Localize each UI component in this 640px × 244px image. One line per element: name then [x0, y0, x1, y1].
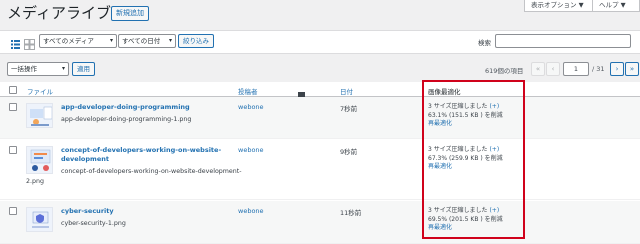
items-count: 619個の項目 [485, 67, 524, 75]
annotation-highlight-box [422, 80, 525, 239]
current-page-input[interactable]: 1 [563, 62, 589, 76]
row-checkbox[interactable] [9, 146, 17, 154]
search-input[interactable] [495, 34, 631, 48]
first-page-button[interactable]: « [531, 62, 545, 76]
file-title-link[interactable]: concept-of-developers-working-on-website… [61, 146, 221, 164]
thumbnail-image[interactable] [26, 103, 53, 128]
column-author[interactable]: 投稿者 [238, 86, 258, 96]
next-page-button[interactable]: › [610, 62, 624, 76]
column-file[interactable]: ファイル [27, 86, 53, 96]
total-pages: / 31 [592, 65, 605, 73]
file-name: app-developer-doing-programming-1.png [61, 116, 192, 123]
date-select[interactable]: すべての日付 ▾ [118, 34, 176, 48]
prev-page-button[interactable]: ‹ [546, 62, 560, 76]
screen-options-tab[interactable]: 表示オプション ▼ [524, 0, 594, 12]
file-title-link[interactable]: app-developer-doing-programming [61, 103, 190, 112]
chevron-down-icon: ▾ [109, 37, 113, 44]
chevron-down-icon: ▾ [61, 65, 65, 72]
upload-date: 9秒前 [340, 148, 358, 156]
row-checkbox[interactable] [9, 207, 17, 215]
author-link[interactable]: webone [238, 146, 264, 154]
author-link[interactable]: webone [238, 207, 264, 215]
filter-button[interactable]: 絞り込み [178, 34, 214, 48]
row-checkbox[interactable] [9, 103, 17, 111]
thumbnail-image[interactable] [26, 207, 53, 232]
upload-date: 11秒前 [340, 209, 362, 217]
bulk-action-select[interactable]: 一括操作 ▾ [7, 62, 69, 76]
column-date[interactable]: 日付 [340, 86, 353, 96]
chevron-down-icon: ▾ [168, 37, 172, 44]
file-name: cyber-security-1.png [61, 220, 126, 227]
add-new-button[interactable]: 新規追加 [111, 6, 149, 21]
media-type-select-value: すべてのメディア [43, 37, 94, 45]
upload-date: 7秒前 [340, 105, 358, 113]
file-name-line-2: 2.png [26, 178, 44, 185]
file-title-link[interactable]: cyber-security [61, 207, 114, 216]
date-select-value: すべての日付 [122, 37, 161, 45]
select-all-checkbox[interactable] [9, 86, 17, 94]
bulk-action-select-value: 一括操作 [11, 65, 37, 73]
last-page-button[interactable]: » [625, 62, 639, 76]
media-type-select[interactable]: すべてのメディア ▾ [39, 34, 117, 48]
list-view-icon[interactable] [10, 35, 21, 50]
help-tab[interactable]: ヘルプ ▼ [592, 0, 640, 12]
apply-button[interactable]: 適用 [72, 62, 95, 76]
file-title-line-2: development [61, 155, 109, 163]
file-name-line-1: concept-of-developers-working-on-website… [61, 168, 242, 175]
file-title-line-1: concept-of-developers-working-on-website… [61, 146, 222, 154]
search-label: 検索 [478, 39, 491, 47]
grid-view-icon[interactable] [24, 35, 35, 50]
thumbnail-image[interactable] [26, 146, 53, 174]
table-header [0, 82, 640, 97]
author-link[interactable]: webone [238, 103, 264, 111]
